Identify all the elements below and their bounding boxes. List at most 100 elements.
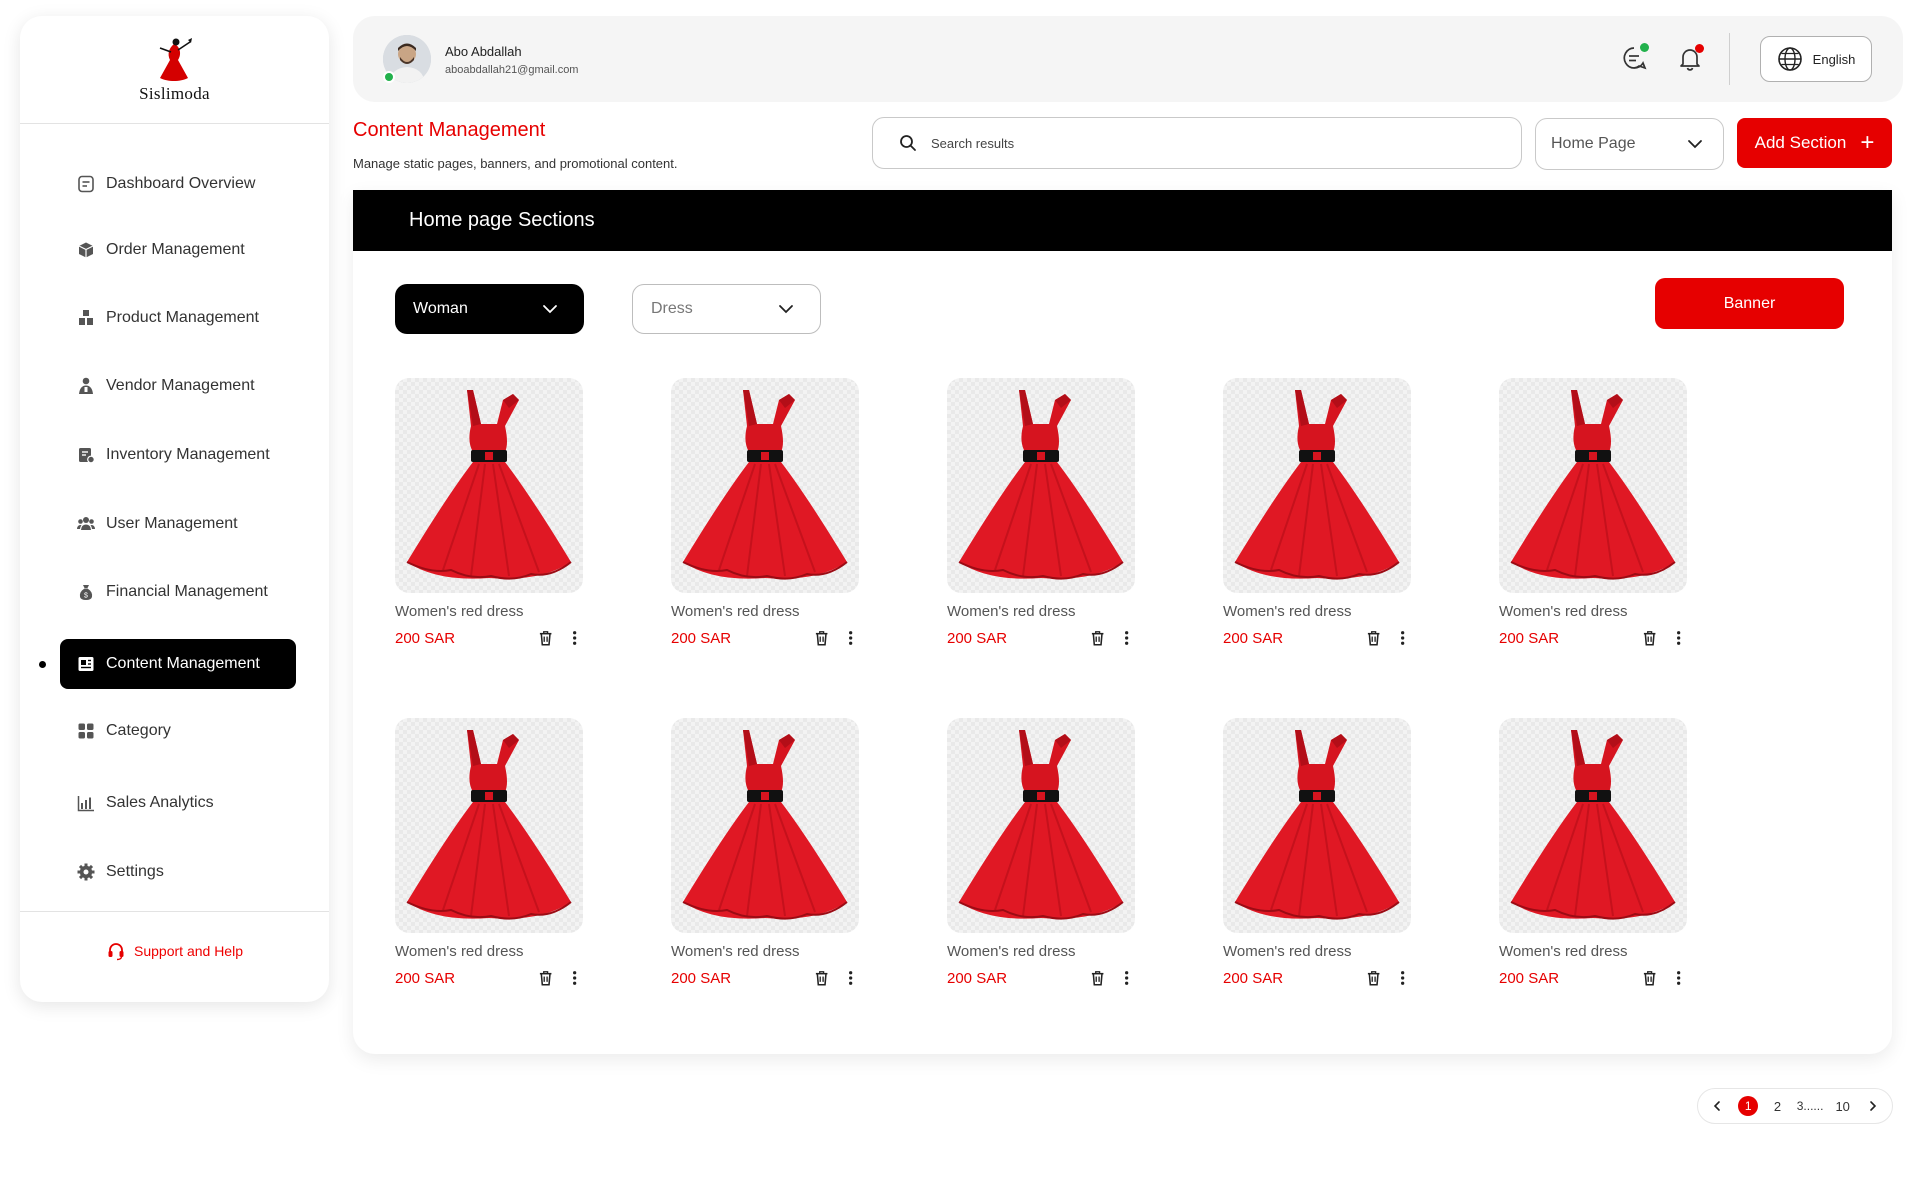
sidebar-item-financial-management[interactable]: $ Financial Management — [60, 567, 296, 617]
product-image[interactable] — [671, 718, 859, 933]
more-vertical-icon[interactable] — [1394, 629, 1411, 647]
banner-button[interactable]: Banner — [1655, 278, 1844, 329]
boxes-icon — [79, 310, 93, 325]
product-card[interactable]: Women's red dress 200 SAR — [1223, 718, 1411, 987]
page-number-last[interactable]: 10 — [1834, 1099, 1852, 1114]
sidebar-item-label: Financial Management — [106, 583, 268, 600]
product-image[interactable] — [671, 378, 859, 593]
red-dress-image-icon — [406, 730, 572, 920]
product-actions-row: 200 SAR — [671, 969, 859, 987]
product-actions-row: 200 SAR — [1223, 629, 1411, 647]
red-dress-image-icon — [1234, 390, 1400, 580]
section-header: Home page Sections — [353, 190, 1892, 251]
sidebar-item-inventory-management[interactable]: Inventory Management — [60, 430, 296, 480]
product-name: Women's red dress — [1499, 603, 1628, 620]
page-number[interactable]: 2 — [1769, 1099, 1787, 1114]
more-vertical-icon[interactable] — [566, 969, 583, 987]
more-vertical-icon[interactable] — [842, 969, 859, 987]
user-email: aboabdallah21@gmail.com — [445, 64, 579, 76]
sidebar-item-content-management[interactable]: Content Management — [60, 639, 296, 689]
product-actions-row: 200 SAR — [671, 629, 859, 647]
top-header: Abo Abdallah aboabdallah21@gmail.com Eng… — [353, 16, 1903, 102]
sidebar-item-label: Category — [106, 722, 171, 739]
product-price: 200 SAR — [671, 629, 732, 647]
pagination: 1 2 3...... 10 — [1697, 1088, 1893, 1124]
sidebar-item-label: Settings — [106, 863, 164, 880]
box-icon — [78, 242, 94, 258]
language-selector[interactable]: English — [1760, 36, 1872, 82]
more-vertical-icon[interactable] — [566, 629, 583, 647]
type-filter-dropdown[interactable]: Dress — [632, 284, 821, 334]
product-card[interactable]: Women's red dress 200 SAR — [1499, 378, 1687, 647]
more-vertical-icon[interactable] — [1670, 969, 1687, 987]
message-badge — [1640, 43, 1649, 52]
sidebar-item-product-management[interactable]: Product Management — [60, 293, 296, 343]
product-card[interactable]: Women's red dress 200 SAR — [395, 718, 583, 987]
grid-icon — [78, 723, 94, 739]
trash-icon[interactable] — [1365, 629, 1382, 647]
product-image[interactable] — [1499, 718, 1687, 933]
product-image[interactable] — [947, 718, 1135, 933]
support-link[interactable]: Support and Help — [20, 941, 329, 961]
product-image[interactable] — [395, 718, 583, 933]
more-vertical-icon[interactable] — [1394, 969, 1411, 987]
search-box[interactable] — [872, 117, 1522, 169]
product-card[interactable]: Women's red dress 200 SAR — [1499, 718, 1687, 987]
sidebar-item-vendor-management[interactable]: Vendor Management — [60, 361, 296, 411]
sidebar-item-sales-analytics[interactable]: Sales Analytics — [60, 778, 296, 828]
trash-icon[interactable] — [1365, 969, 1382, 987]
sidebar: Sislimoda Dashboard Overview Order Manage… — [20, 16, 329, 1002]
more-vertical-icon[interactable] — [1118, 969, 1135, 987]
product-card[interactable]: Women's red dress 200 SAR — [947, 718, 1135, 987]
sidebar-item-settings[interactable]: Settings — [60, 847, 296, 897]
messages-button[interactable] — [1620, 43, 1650, 74]
trash-icon[interactable] — [537, 969, 554, 987]
more-vertical-icon[interactable] — [1670, 629, 1687, 647]
page-select-value: Home Page — [1551, 135, 1636, 152]
product-image[interactable] — [1499, 378, 1687, 593]
add-section-button[interactable]: Add Section + — [1737, 118, 1892, 168]
product-image[interactable] — [947, 378, 1135, 593]
sidebar-item-category[interactable]: Category — [60, 706, 296, 756]
product-card[interactable]: Women's red dress 200 SAR — [671, 378, 859, 647]
product-actions-row: 200 SAR — [947, 969, 1135, 987]
product-card[interactable]: Women's red dress 200 SAR — [395, 378, 583, 647]
trash-icon[interactable] — [537, 629, 554, 647]
page-title: Content Management — [353, 119, 546, 141]
page-number-ellipsis[interactable]: 3...... — [1797, 1099, 1824, 1113]
category-filter-dropdown[interactable]: Woman — [395, 284, 584, 334]
trash-icon[interactable] — [813, 969, 830, 987]
sidebar-item-dashboard-overview[interactable]: Dashboard Overview — [60, 159, 296, 209]
trash-icon[interactable] — [1089, 629, 1106, 647]
product-card[interactable]: Women's red dress 200 SAR — [671, 718, 859, 987]
trash-icon[interactable] — [1641, 969, 1658, 987]
page-subtitle: Manage static pages, banners, and promot… — [353, 156, 678, 171]
search-input[interactable] — [931, 135, 1491, 151]
trash-icon[interactable] — [1089, 969, 1106, 987]
product-name: Women's red dress — [947, 603, 1076, 620]
trash-icon[interactable] — [1641, 629, 1658, 647]
chevron-right-icon — [1870, 1101, 1877, 1111]
product-image[interactable] — [1223, 718, 1411, 933]
product-price: 200 SAR — [671, 969, 732, 987]
notifications-button[interactable] — [1676, 44, 1706, 74]
brand-logo[interactable]: Sislimoda — [20, 16, 329, 124]
product-card[interactable]: Women's red dress 200 SAR — [1223, 378, 1411, 647]
more-vertical-icon[interactable] — [1118, 629, 1135, 647]
red-dress-image-icon — [958, 730, 1124, 920]
product-image[interactable] — [1223, 378, 1411, 593]
page-number-current[interactable]: 1 — [1738, 1096, 1759, 1116]
sidebar-item-order-management[interactable]: Order Management — [60, 225, 296, 275]
product-name: Women's red dress — [1223, 943, 1352, 960]
sidebar-item-user-management[interactable]: User Management — [60, 499, 296, 549]
product-card[interactable]: Women's red dress 200 SAR — [947, 378, 1135, 647]
page-select-dropdown[interactable]: Home Page — [1535, 118, 1724, 170]
red-dress-image-icon — [1234, 730, 1400, 920]
user-name: Abo Abdallah — [445, 44, 522, 59]
product-image[interactable] — [395, 378, 583, 593]
trash-icon[interactable] — [813, 629, 830, 647]
next-page-button[interactable] — [1862, 1095, 1884, 1117]
red-dress-image-icon — [1510, 390, 1676, 580]
more-vertical-icon[interactable] — [842, 629, 859, 647]
prev-page-button[interactable] — [1706, 1095, 1728, 1117]
